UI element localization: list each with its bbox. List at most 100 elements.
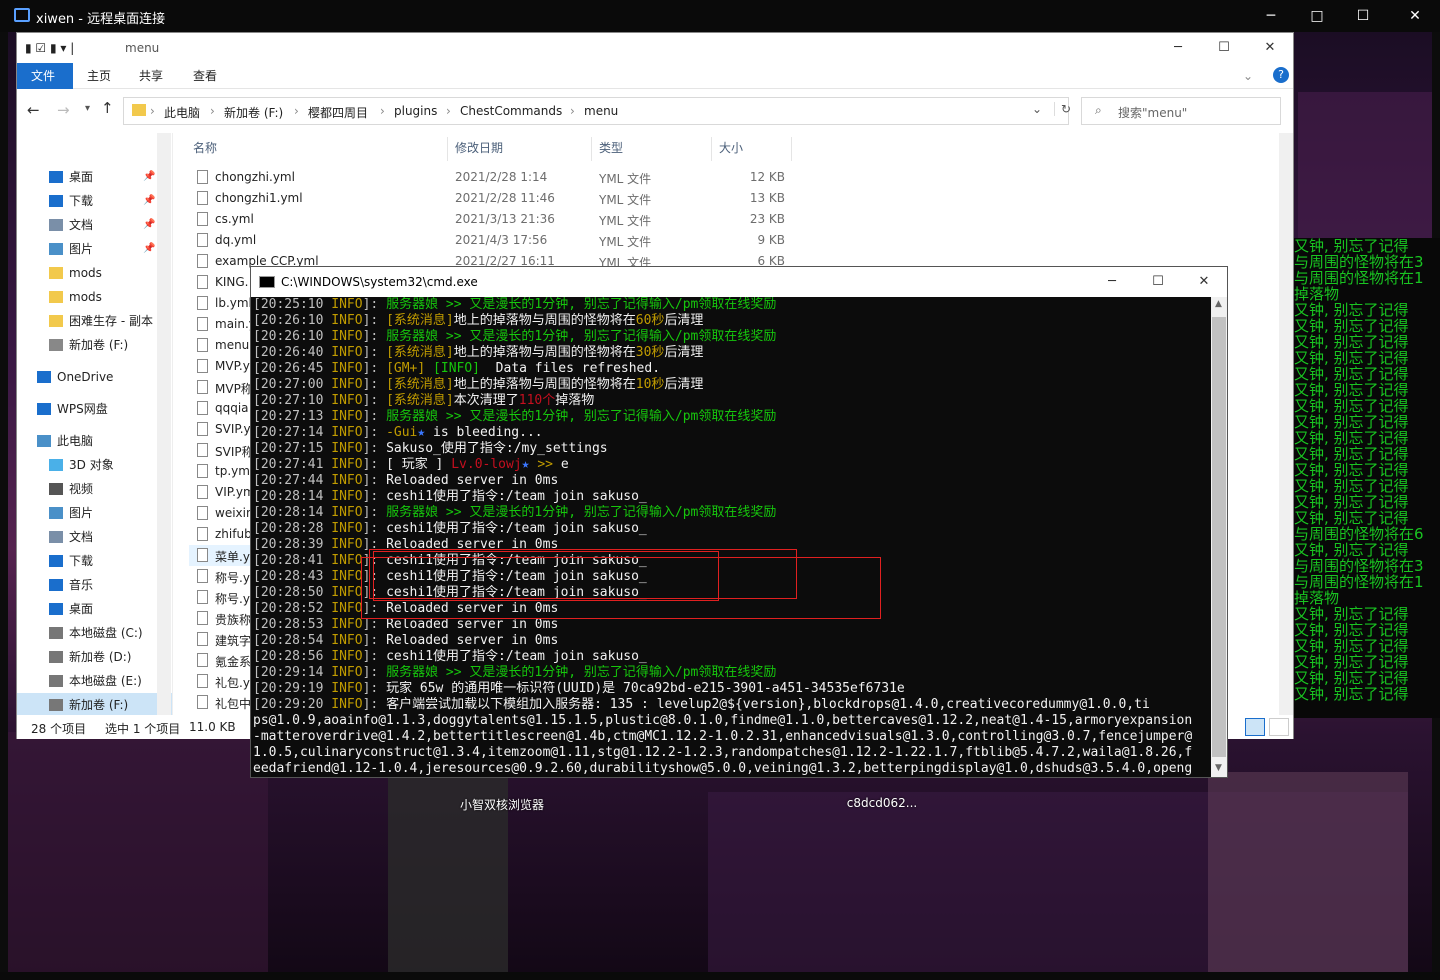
chevron-down-icon[interactable]: ⌄ [1243,69,1253,83]
console-segment: 服务器娘 >> 又是漫长的1分钟, 别忘了记得输入/pm领取在线奖励 [386,505,777,520]
breadcrumb-menu[interactable]: menu [584,104,618,118]
breadcrumb-chestcommands[interactable]: ChestCommands [460,104,562,118]
nav-item[interactable]: WPS网盘 [17,397,172,421]
nav-item[interactable]: 桌面 📌 [17,165,172,189]
nav-item[interactable]: 桌面 [17,597,172,621]
console-segment: INFO [331,505,363,520]
tab-share[interactable]: 共享 [125,63,177,89]
desktop-icon-browser[interactable]: 小智双核浏览器 [456,796,548,813]
file-row[interactable]: cs.yml 2021/3/13 21:36 YML 文件 23 KB [189,209,789,230]
console-segment: ]: [362,361,387,376]
nav-item[interactable]: 本地磁盘 (E:) [17,669,172,693]
large-icons-view-icon[interactable] [1269,718,1289,736]
nav-item[interactable]: 本地磁盘 (C:) [17,621,172,645]
document-icon [197,548,208,562]
tab-file[interactable]: 文件 [17,63,73,89]
cmd-scrollbar[interactable]: ▲ ▼ [1211,297,1227,777]
file-list-scrollbar[interactable] [1279,133,1293,715]
console-line: [20:27:14 INFO]: -Gui★ is bleeding... [251,425,1211,441]
console-segment: -matteroverdrive@1.4.2,bettertitlescreen… [253,729,1193,744]
column-date[interactable]: 修改日期 [455,139,503,156]
breadcrumb-pc[interactable]: 此电脑 [164,104,200,121]
nav-item[interactable]: 视频 [17,477,172,501]
cmd-close-button[interactable]: ✕ [1181,267,1227,297]
nav-item[interactable]: 新加卷 (D:) [17,645,172,669]
nav-item[interactable]: 新加卷 (F:) [17,693,172,715]
breadcrumb-drive[interactable]: 新加卷 (F:) [224,104,283,121]
file-row[interactable]: chongzhi1.yml 2021/2/28 11:46 YML 文件 13 KB [189,188,789,209]
nav-scrollbar[interactable] [157,133,171,715]
console-segment: ]: [362,329,387,344]
details-view-icon[interactable] [1245,718,1265,736]
back-arrow-icon[interactable]: ← [27,101,40,119]
console-segment: 服务器娘 >> 又是漫长的1分钟, 别忘了记得输入/pm领取在线奖励 [386,329,777,344]
breadcrumb-folder1[interactable]: 樱都四周目 [308,104,368,121]
nav-item[interactable]: 图片 [17,501,172,525]
nav-item[interactable]: OneDrive [17,365,172,389]
nav-item[interactable]: 困难生存 - 副本 [17,309,172,333]
selected-size: 11.0 KB [189,720,236,734]
desktop-icon-file[interactable]: c8dcd062... [836,796,928,810]
console-segment: 服务器娘 >> 又是漫长的1分钟, 别忘了记得输入/pm领取在线奖励 [386,665,777,680]
column-size[interactable]: 大小 [719,139,743,156]
column-type[interactable]: 类型 [599,139,623,156]
console-line: [20:26:40 INFO]: [系统消息]地上的掉落物与周围的怪物将在30秒… [251,345,1211,361]
nav-item[interactable]: mods [17,285,172,309]
help-icon[interactable]: ? [1273,67,1289,83]
search-input[interactable]: 搜索"menu" [1081,97,1281,125]
file-date: 2021/4/3 17:56 [455,233,548,247]
console-line: [20:26:45 INFO]: [GM+] [INFO] Data files… [251,361,1211,377]
console-line: [20:27:41 INFO]: [ 玩家 ] Lv.0-lowj★ >> e [251,457,1211,473]
column-name[interactable]: 名称 [193,139,217,156]
explorer-minimize-button[interactable]: ─ [1155,33,1201,63]
forward-arrow-icon[interactable]: → [57,101,70,119]
nav-item[interactable]: 3D 对象 [17,453,172,477]
nav-item-label: 图片 [69,506,94,520]
tab-home[interactable]: 主页 [73,63,125,89]
file-name: qqqia [215,401,249,415]
cmd-icon [259,276,275,288]
cmd-minimize-button[interactable]: ─ [1089,267,1135,297]
recent-locations-icon[interactable]: ▾ [85,103,90,114]
address-dropdown-icon[interactable]: ⌄ [1032,102,1042,116]
nav-item[interactable]: 下载 📌 [17,189,172,213]
nav-item-icon [49,195,63,207]
breadcrumb-plugins[interactable]: plugins [394,104,437,118]
file-name: menu. [215,338,254,352]
nav-item[interactable]: 音乐 [17,573,172,597]
cmd-output[interactable]: [20:25:10 INFO]: 服务器娘 >> 又是漫长的1分钟, 别忘了记得… [251,297,1211,777]
nav-item-label: 本地磁盘 (C:) [69,626,143,640]
file-name: SVIP称 [215,445,254,459]
file-row[interactable]: chongzhi.yml 2021/2/28 1:14 YML 文件 12 KB [189,167,789,188]
console-line: [20:28:28 INFO]: ceshi1使用了指令:/team join … [251,521,1211,537]
close-button[interactable]: ✕ [1392,0,1438,32]
console-segment: ]: [362,649,387,664]
explorer-maximize-button[interactable]: ☐ [1201,33,1247,63]
up-arrow-icon[interactable]: ↑ [101,99,114,117]
nav-item[interactable]: 文档 📌 [17,213,172,237]
nav-item-label: 新加卷 (F:) [69,338,129,352]
nav-item-label: 下载 [69,554,94,568]
file-row[interactable]: dq.yml 2021/4/3 17:56 YML 文件 9 KB [189,230,789,251]
restore-button[interactable]: □ [1294,0,1340,32]
nav-item[interactable]: 下载 [17,549,172,573]
nav-item[interactable]: 文档 [17,525,172,549]
address-bar[interactable]: › 此电脑 › 新加卷 (F:) › 樱都四周目 › plugins › Che… [123,97,1071,125]
explorer-close-button[interactable]: ✕ [1247,33,1293,63]
nav-item[interactable]: 图片 📌 [17,237,172,261]
nav-item[interactable]: mods [17,261,172,285]
refresh-icon[interactable]: ↻ [1054,102,1071,116]
background-console-line: 与周围的怪物将在3 [1294,557,1424,575]
console-segment: [20:26:10 [253,329,332,344]
console-segment: Reloaded server in 0ms [386,633,559,648]
nav-item-icon [49,531,63,543]
nav-item[interactable]: 此电脑 [17,429,172,453]
console-segment: [20:27:15 [253,441,332,456]
minimize-button[interactable]: ─ [1248,0,1294,32]
nav-item-icon [49,699,63,711]
maximize-button[interactable]: ☐ [1340,0,1386,32]
nav-item[interactable]: 新加卷 (F:) [17,333,172,357]
quick-access-toolbar[interactable]: ▮ ☑ ▮ ▾ | [25,41,74,55]
cmd-maximize-button[interactable]: ☐ [1135,267,1181,297]
tab-view[interactable]: 查看 [179,63,231,89]
